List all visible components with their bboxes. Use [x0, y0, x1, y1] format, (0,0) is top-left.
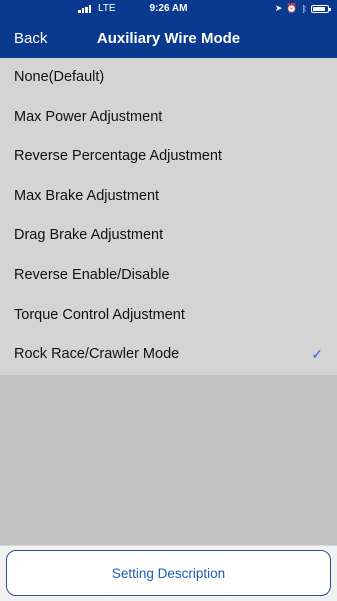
page-title: Auxiliary Wire Mode — [96, 30, 241, 47]
option-row[interactable]: Max Brake Adjustment — [0, 177, 337, 217]
option-label: Rock Race/Crawler Mode — [14, 346, 180, 363]
bottom-panel: Setting Description — [0, 545, 337, 601]
option-row[interactable]: Rock Race/Crawler Mode ✓ — [0, 335, 337, 375]
status-bar: LTE 9:26 AM ➤ ⏰ ᛒ — [0, 0, 337, 18]
empty-area — [0, 375, 337, 545]
navigation-bar: Back Auxiliary Wire Mode — [0, 18, 337, 58]
option-label: Max Power Adjustment — [14, 108, 163, 125]
checkmark-icon: ✓ — [311, 346, 323, 363]
option-label: Torque Control Adjustment — [14, 306, 185, 323]
option-row[interactable]: Reverse Percentage Adjustment — [0, 137, 337, 177]
setting-description-button[interactable]: Setting Description — [6, 550, 331, 596]
option-label: Drag Brake Adjustment — [14, 227, 164, 244]
option-label: Max Brake Adjustment — [14, 187, 160, 204]
battery-icon — [311, 4, 331, 13]
option-row[interactable]: Max Power Adjustment — [0, 98, 337, 138]
back-button[interactable]: Back — [14, 30, 47, 47]
option-row[interactable]: Drag Brake Adjustment — [0, 216, 337, 256]
location-icon: ➤ — [274, 3, 283, 13]
option-row[interactable]: None(Default) — [0, 58, 337, 98]
option-row[interactable]: Torque Control Adjustment — [0, 296, 337, 336]
option-label: None(Default) — [14, 69, 105, 85]
option-label: Reverse Percentage Adjustment — [14, 148, 222, 165]
option-list: None(Default) Max Power Adjustment Reverse… — [0, 58, 337, 375]
bluetooth-icon: ᛒ — [301, 3, 307, 14]
alarm-icon: ⏰ — [286, 3, 298, 13]
option-label: Reverse Enable/Disable — [14, 266, 170, 283]
option-row[interactable]: Reverse Enable/Disable — [0, 256, 337, 296]
